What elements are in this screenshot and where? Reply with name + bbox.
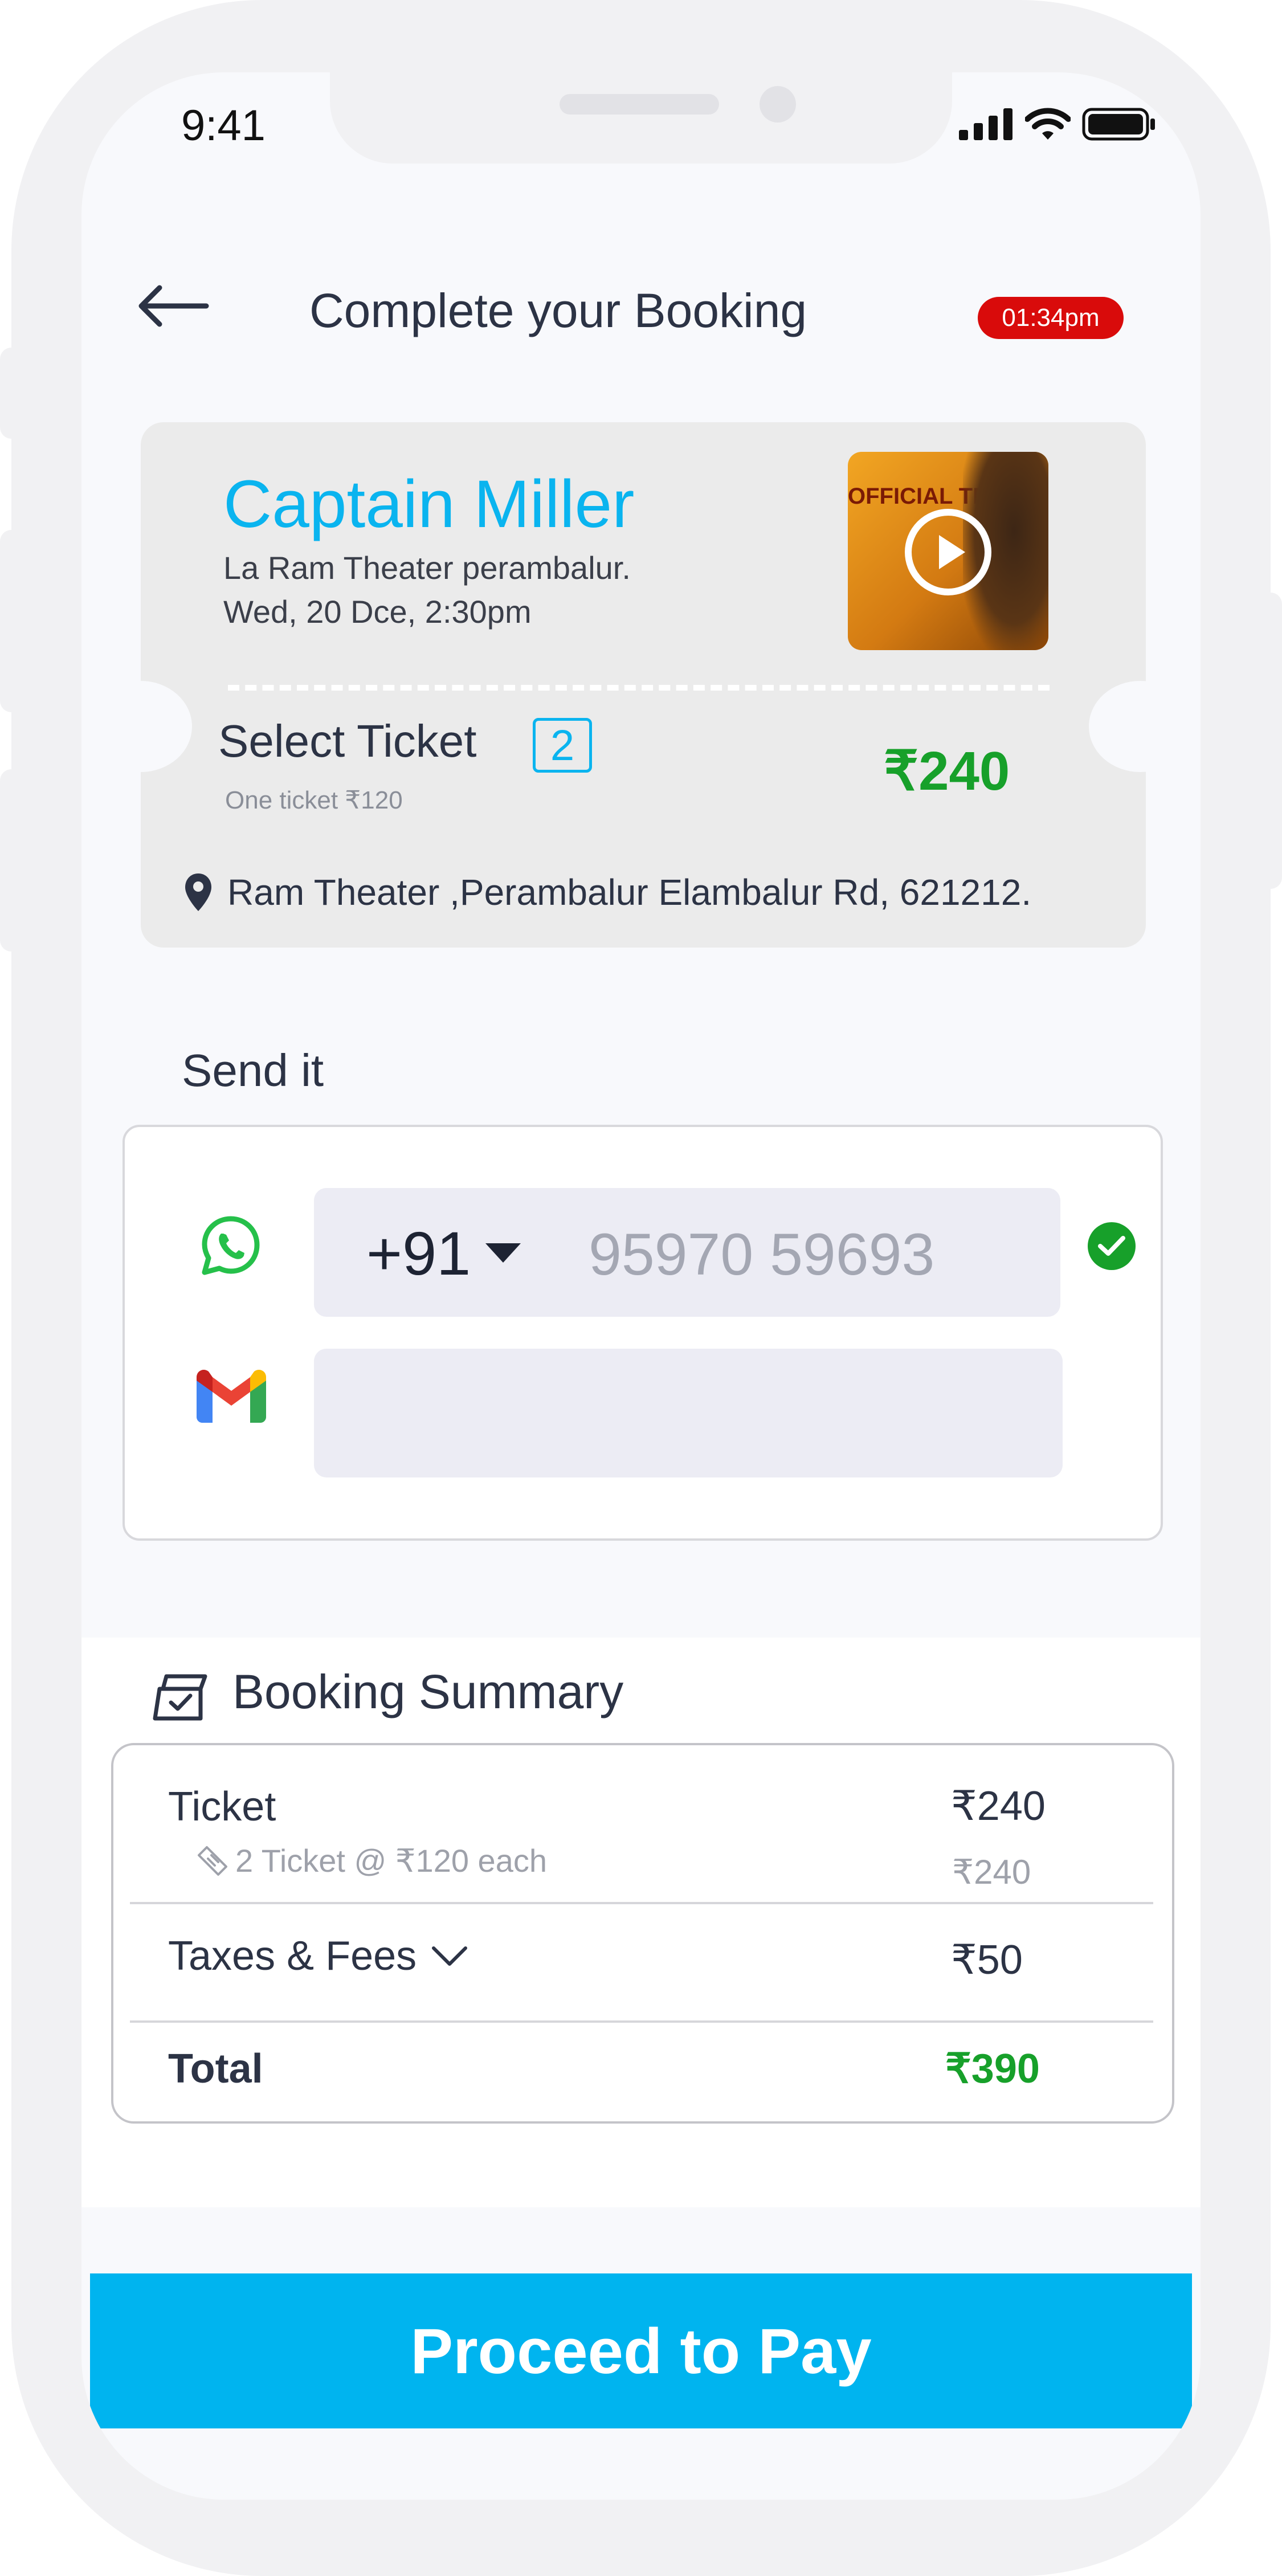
back-button[interactable] — [136, 283, 210, 329]
timer-badge: 01:34pm — [978, 297, 1124, 339]
taxes-amount: ₹50 — [951, 1937, 1023, 1983]
taxes-row[interactable]: Taxes & Fees — [168, 1933, 468, 1979]
wifi-icon — [1025, 108, 1071, 140]
verified-check-icon — [1088, 1222, 1136, 1270]
camera — [760, 86, 796, 123]
send-label: Send it — [182, 1045, 324, 1096]
ticket-check-icon — [153, 1674, 207, 1721]
unit-price-note: One ticket ₹120 — [225, 786, 403, 814]
ticket-price: ₹240 — [884, 741, 1010, 802]
phone-side-button — [1259, 593, 1282, 889]
gmail-icon — [197, 1369, 266, 1423]
country-code-select[interactable]: +91 — [366, 1218, 521, 1289]
show-time: Wed, 20 Dce, 2:30pm — [223, 594, 532, 630]
notch — [330, 72, 952, 164]
ticket-detail-text: 2 Ticket @ ₹120 each — [235, 1843, 547, 1879]
ticket-row-amount: ₹240 — [951, 1783, 1046, 1829]
address-text: Ram Theater ,Perambalur Elambalur Rd, 62… — [227, 872, 1032, 913]
theater-address: Ram Theater ,Perambalur Elambalur Rd, 62… — [184, 871, 1031, 913]
battery-icon — [1082, 108, 1155, 141]
status-time: 9:41 — [181, 101, 266, 150]
checkmark-icon — [1098, 1236, 1125, 1256]
ticket-notch-right — [1089, 681, 1191, 772]
summary-title: Booking Summary — [232, 1665, 624, 1718]
phone-number-input[interactable]: 95970 59693 — [589, 1221, 934, 1289]
send-card — [123, 1125, 1163, 1541]
play-icon[interactable] — [903, 507, 994, 598]
arrow-left-icon — [138, 285, 209, 327]
phone-side-button — [0, 348, 23, 439]
ticket-sub-amount: ₹240 — [952, 1853, 1031, 1891]
proceed-to-pay-button[interactable]: Proceed to Pay — [90, 2273, 1192, 2428]
total-amount: ₹390 — [945, 2046, 1040, 2092]
chevron-down-icon — [432, 1946, 468, 1966]
movie-poster[interactable]: OFFICIAL TEASER CAPTAIN MILLER — [848, 452, 1048, 650]
phone-side-button — [0, 769, 23, 952]
ticket-row-label: Ticket — [168, 1784, 276, 1830]
email-input[interactable] — [314, 1349, 1063, 1477]
select-ticket-label: Select Ticket — [218, 716, 477, 766]
theater-name: La Ram Theater perambalur. — [223, 550, 631, 586]
ticket-icon — [198, 1846, 227, 1876]
summary-divider — [130, 1902, 1153, 1904]
whatsapp-icon — [202, 1216, 260, 1275]
ticket-quantity[interactable]: 2 — [533, 718, 592, 773]
ticket-detail: 2 Ticket @ ₹120 each — [195, 1842, 547, 1880]
summary-divider — [130, 2020, 1153, 2023]
taxes-label: Taxes & Fees — [168, 1933, 417, 1979]
ticket-notch-left — [89, 681, 192, 772]
signal-icon — [959, 108, 1012, 140]
country-code-value: +91 — [366, 1219, 471, 1288]
page-title: Complete your Booking — [309, 284, 807, 337]
ticket-divider — [228, 685, 1050, 691]
location-pin-icon — [185, 873, 211, 911]
speaker — [560, 94, 719, 115]
phone-side-button — [0, 530, 23, 712]
caret-down-icon — [485, 1243, 521, 1263]
movie-title: Captain Miller — [223, 467, 635, 542]
app-screen: 9:41 Complete your Booking 01:34pm Capta… — [81, 72, 1201, 2500]
status-icons — [959, 108, 1156, 141]
total-label: Total — [168, 2046, 263, 2092]
